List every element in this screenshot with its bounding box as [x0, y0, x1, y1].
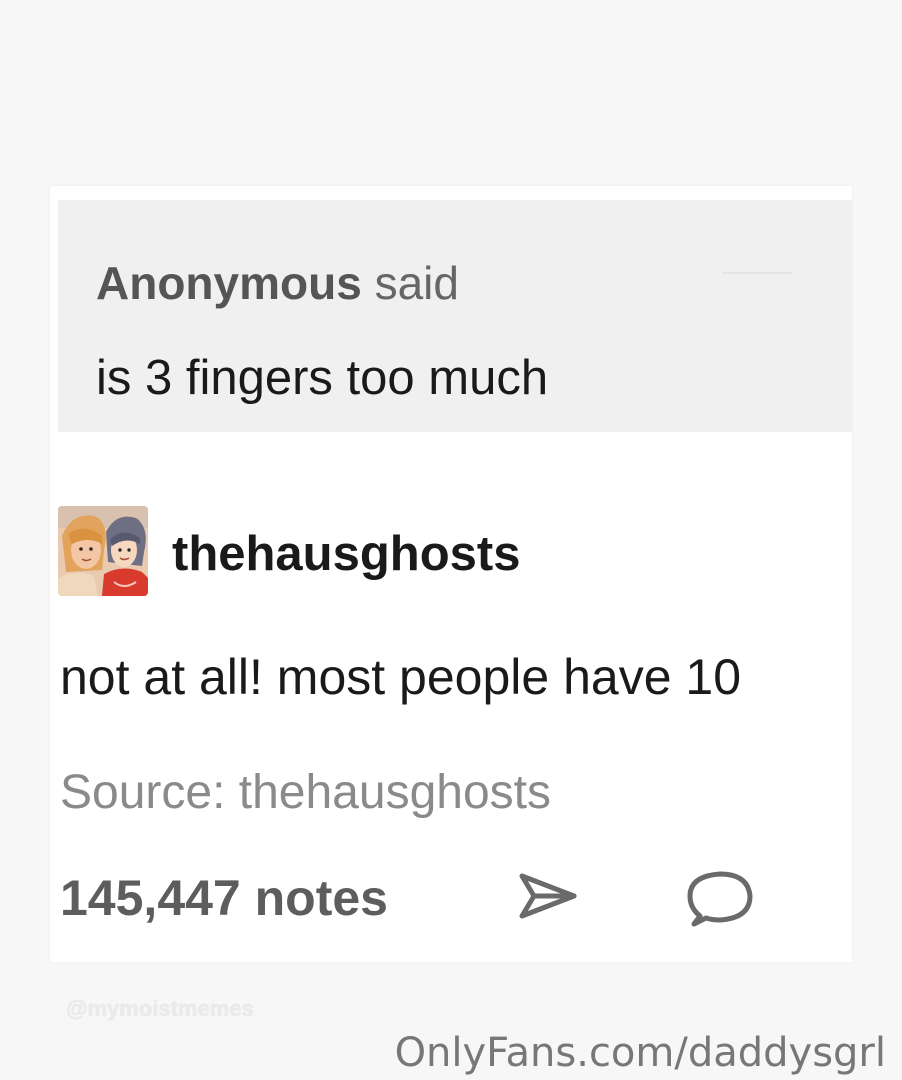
share-arrow-icon[interactable]	[514, 866, 584, 926]
ask-box: Anonymous said is 3 fingers too much	[58, 200, 852, 432]
watermark-mymoistmemes: @mymoistmemes	[66, 996, 254, 1021]
ask-header: Anonymous said	[96, 254, 459, 312]
tumblr-post-card: Anonymous said is 3 fingers too much the…	[50, 186, 852, 962]
answer-username[interactable]: thehausghosts	[172, 523, 520, 585]
notes-count[interactable]: 145,447 notes	[60, 866, 388, 930]
ask-question: is 3 fingers too much	[96, 351, 549, 405]
avatar[interactable]	[58, 506, 148, 596]
ask-divider-mark	[722, 272, 792, 274]
asker-name: Anonymous	[96, 257, 362, 309]
answer-text: not at all! most people have 10	[60, 649, 742, 705]
said-label: said	[374, 257, 459, 309]
source-link[interactable]: Source: thehausghosts	[60, 763, 551, 823]
speech-bubble-icon[interactable]	[684, 866, 756, 930]
avatar-two-cartoon-people-icon	[58, 506, 148, 596]
watermark-onlyfans: OnlyFans.com/daddysgrl	[394, 1030, 886, 1076]
